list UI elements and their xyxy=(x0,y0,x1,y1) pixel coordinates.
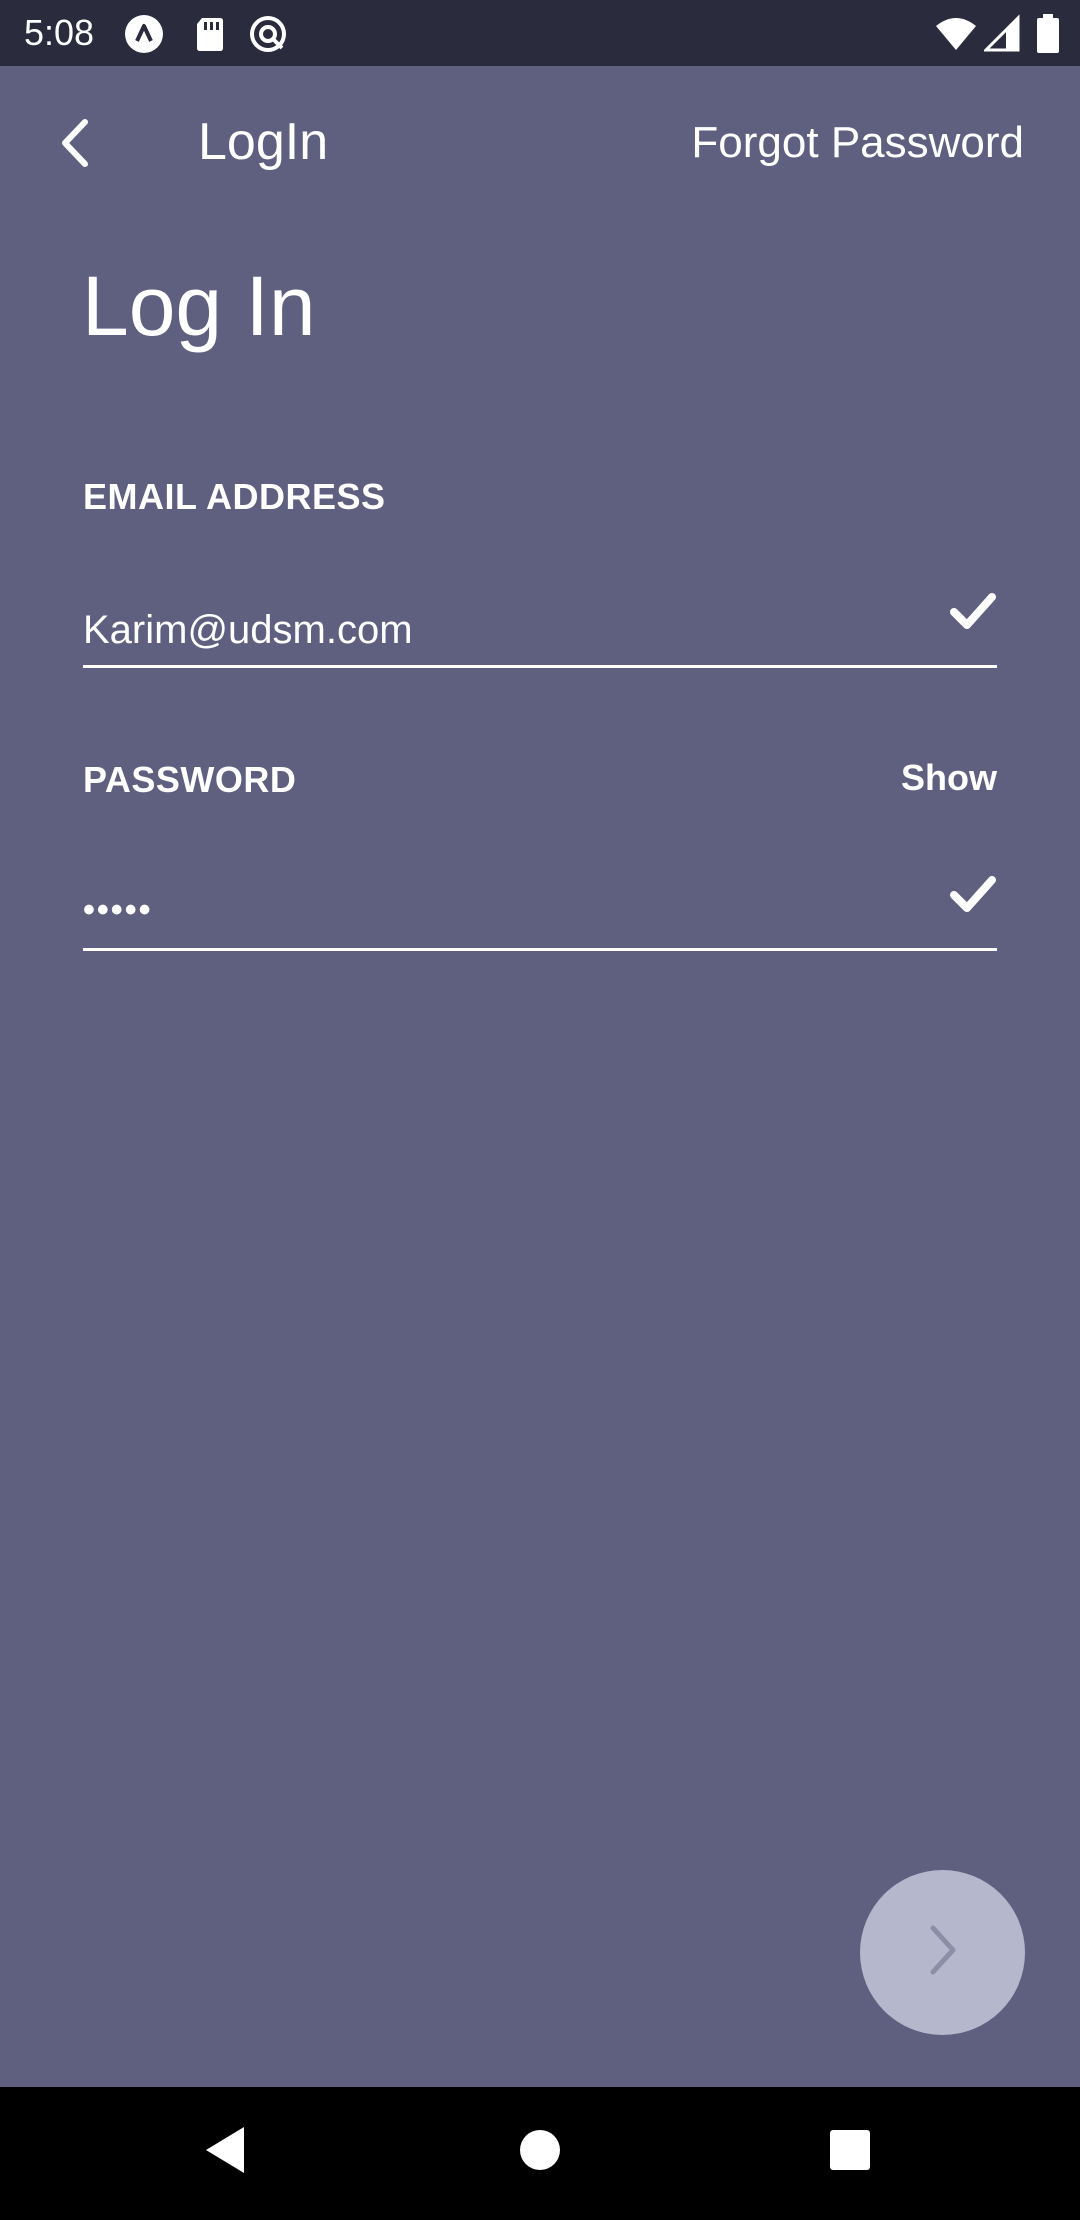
next-button[interactable] xyxy=(860,1870,1025,2035)
nav-back-button[interactable] xyxy=(190,2117,260,2187)
password-value[interactable]: ••••• xyxy=(83,891,153,930)
status-bar: 5:08 xyxy=(0,0,1080,66)
battery-icon xyxy=(1036,14,1060,54)
back-button[interactable] xyxy=(40,110,110,180)
check-icon xyxy=(949,870,997,918)
email-field[interactable]: Karim@udsm.com xyxy=(83,588,997,668)
nav-home-icon xyxy=(518,2128,562,2177)
app-bar-title: LogIn xyxy=(198,113,329,171)
at-sync-icon xyxy=(248,14,288,54)
signal-icon xyxy=(982,14,1024,54)
chevron-left-icon xyxy=(55,118,95,173)
check-icon xyxy=(949,587,997,635)
navigation-bar xyxy=(0,2087,1080,2220)
show-password-toggle[interactable]: Show xyxy=(901,757,997,799)
app-a-icon xyxy=(124,14,164,54)
email-value[interactable]: Karim@udsm.com xyxy=(83,608,413,653)
nav-home-button[interactable] xyxy=(505,2117,575,2187)
email-label: EMAIL ADDRESS xyxy=(83,476,386,517)
password-field[interactable]: ••••• xyxy=(83,871,997,951)
wifi-icon xyxy=(934,14,978,54)
nav-recents-icon xyxy=(828,2128,872,2177)
page-title: Log In xyxy=(82,259,316,353)
nav-recents-button[interactable] xyxy=(815,2117,885,2187)
nav-back-icon xyxy=(200,2123,250,2182)
chevron-right-icon xyxy=(923,1920,963,1985)
status-time: 5:08 xyxy=(24,12,95,53)
login-screen: 5:08 LogIn Forgot Password Log In EMAIL … xyxy=(0,0,1080,2220)
forgot-password-link[interactable]: Forgot Password xyxy=(691,118,1024,168)
sd-card-icon xyxy=(190,14,230,54)
password-label: PASSWORD xyxy=(83,759,297,800)
